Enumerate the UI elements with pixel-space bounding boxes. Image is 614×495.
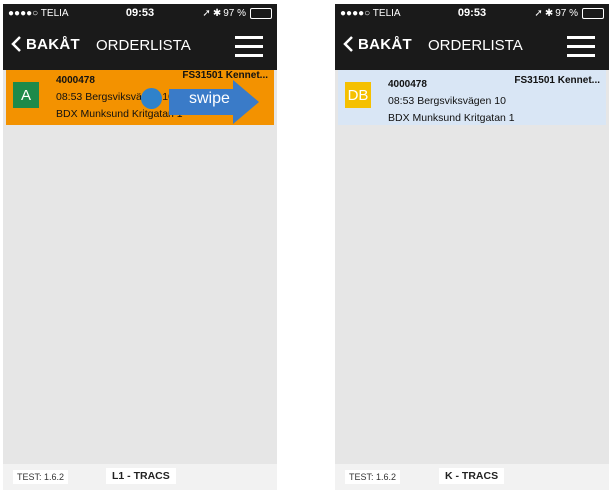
status-bar: ●●●●○ TELIA 09:53 ➚ ✱ 97 % [3,4,277,23]
status-icons: ➚ ✱ 97 % [202,8,272,19]
order-list-item[interactable]: A 4000478 FS31501 Kennet... 08:53 Bergsv… [6,70,274,125]
order-number: 4000478 [56,75,95,86]
back-label: BAKÅT [358,35,412,53]
order-list-item[interactable]: DB 4000478 FS31501 Kennet... 08:53 Bergs… [338,70,606,125]
order-destination: BDX Munksund Kritgatan 1 [388,112,515,124]
chevron-left-icon [11,36,21,52]
page-title: ORDERLISTA [96,37,191,54]
location-icon: ➚ [202,8,211,19]
tracs-label: K - TRACS [439,468,505,484]
battery-icon [250,8,272,19]
order-assignee: FS31501 Kennet... [514,75,600,86]
swipe-hint-label: swipe [189,90,230,107]
bluetooth-icon: ✱ [212,8,222,19]
version-badge: TEST: 1.6.2 [13,470,69,484]
battery-icon [582,8,604,19]
nav-bar: BAKÅT ORDERLISTA [335,23,609,70]
hamburger-menu-icon[interactable] [567,36,595,58]
back-button[interactable]: BAKÅT [343,35,412,53]
status-bar: ●●●●○ TELIA 09:53 ➚ ✱ 97 % [335,4,609,23]
phone-screen-left: ●●●●○ TELIA 09:53 ➚ ✱ 97 % BAKÅT ORDERLI… [3,4,277,490]
bluetooth-icon: ✱ [544,8,554,19]
battery-percent: 97 % [223,8,246,19]
order-number: 4000478 [388,79,427,90]
status-icons: ➚ ✱ 97 % [534,8,604,19]
order-time-address: 08:53 Bergsviksvägen 10 [388,95,506,107]
status-badge: A [13,82,39,108]
footer-bar: TEST: 1.6.2 K - TRACS [335,464,609,490]
phone-screen-right: ●●●●○ TELIA 09:53 ➚ ✱ 97 % BAKÅT ORDERLI… [335,4,609,490]
back-button[interactable]: BAKÅT [11,35,80,53]
tracs-label: L1 - TRACS [106,468,176,484]
page-title: ORDERLISTA [428,37,523,54]
footer-bar: TEST: 1.6.2 L1 - TRACS [3,464,277,490]
version-badge: TEST: 1.6.2 [345,470,401,484]
back-label: BAKÅT [26,35,80,53]
location-icon: ➚ [534,8,543,19]
status-badge: DB [345,82,371,108]
hamburger-menu-icon[interactable] [235,36,263,58]
nav-bar: BAKÅT ORDERLISTA [3,23,277,70]
chevron-left-icon [343,36,353,52]
touch-point-icon [141,88,162,109]
battery-percent: 97 % [555,8,578,19]
order-destination: BDX Munksund Kritgatan 1 [56,108,183,120]
